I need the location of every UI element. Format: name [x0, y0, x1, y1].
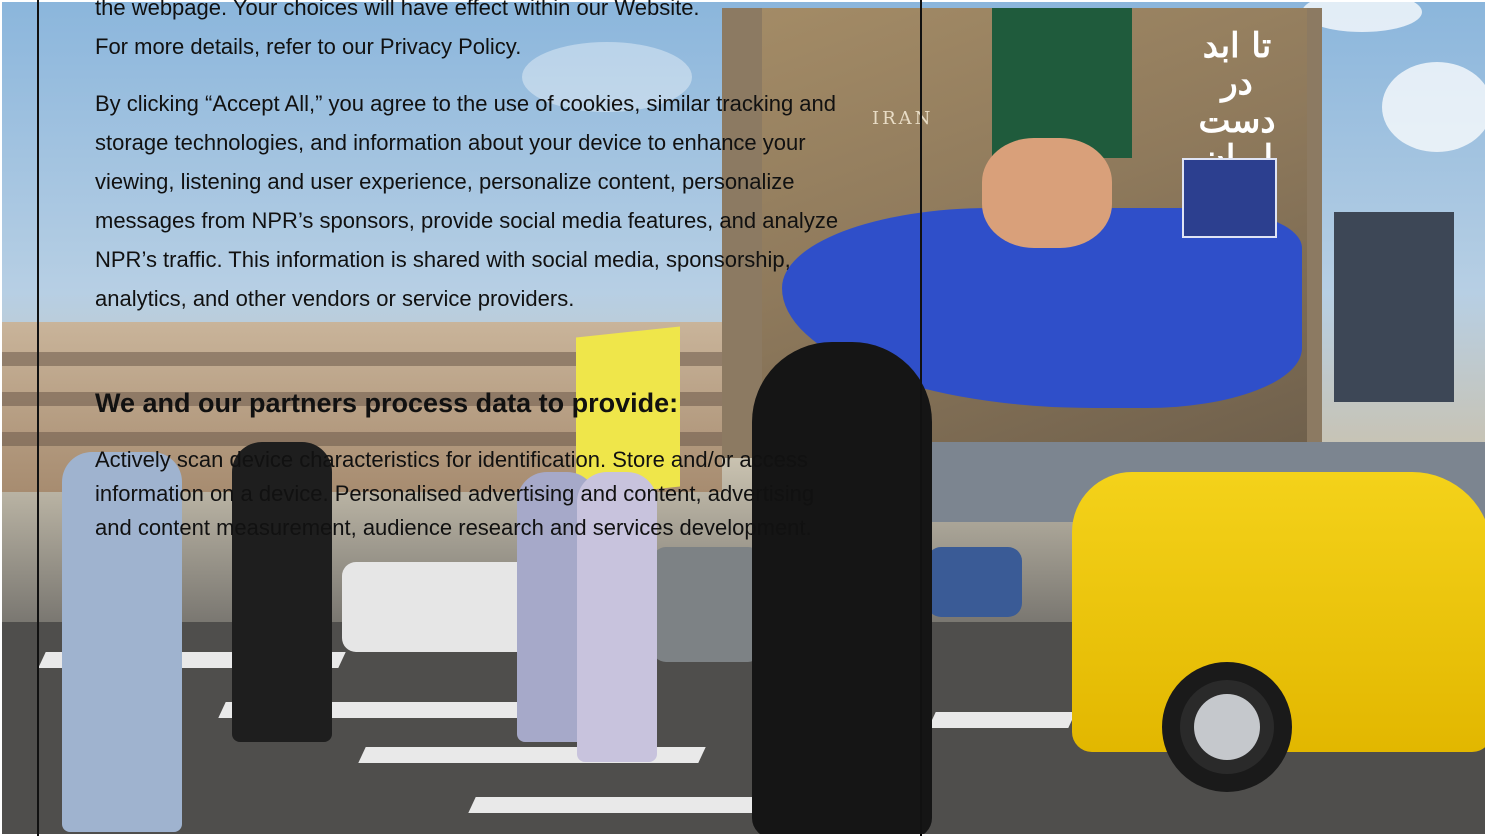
mural-building-label: IRAN [872, 108, 934, 129]
intro-line-2-suffix: . [515, 34, 522, 59]
intro-line-2-prefix: For more details, refer to our [95, 34, 380, 59]
consent-panel-right-border [920, 0, 922, 836]
grey-car [652, 547, 762, 662]
blue-car [927, 547, 1022, 617]
construction-tower [1334, 212, 1454, 402]
purposes-list: Actively scan device characteristics for… [95, 447, 815, 540]
privacy-policy-link[interactable]: Privacy Policy [380, 34, 515, 59]
mural-banner [1182, 158, 1277, 238]
intro-paragraph-tail: the webpage. Your choices will have effe… [95, 0, 700, 66]
cloud [1382, 62, 1485, 152]
partners-heading: We and our partners process data to prov… [95, 388, 679, 418]
woman-in-chador [752, 342, 932, 834]
accept-all-paragraph: By clicking “Accept All,” you agree to t… [95, 91, 839, 311]
mural-fist [982, 138, 1112, 248]
mural-script: تا ابد در دست ایران [1198, 26, 1276, 176]
intro-line-1: the webpage. Your choices will have effe… [95, 0, 700, 20]
crosswalk-stripe [928, 712, 1076, 728]
consent-panel-left-border [37, 0, 39, 836]
mural-sleeve [992, 8, 1132, 158]
taxi-wheel [1162, 662, 1292, 792]
white-car [342, 562, 532, 652]
